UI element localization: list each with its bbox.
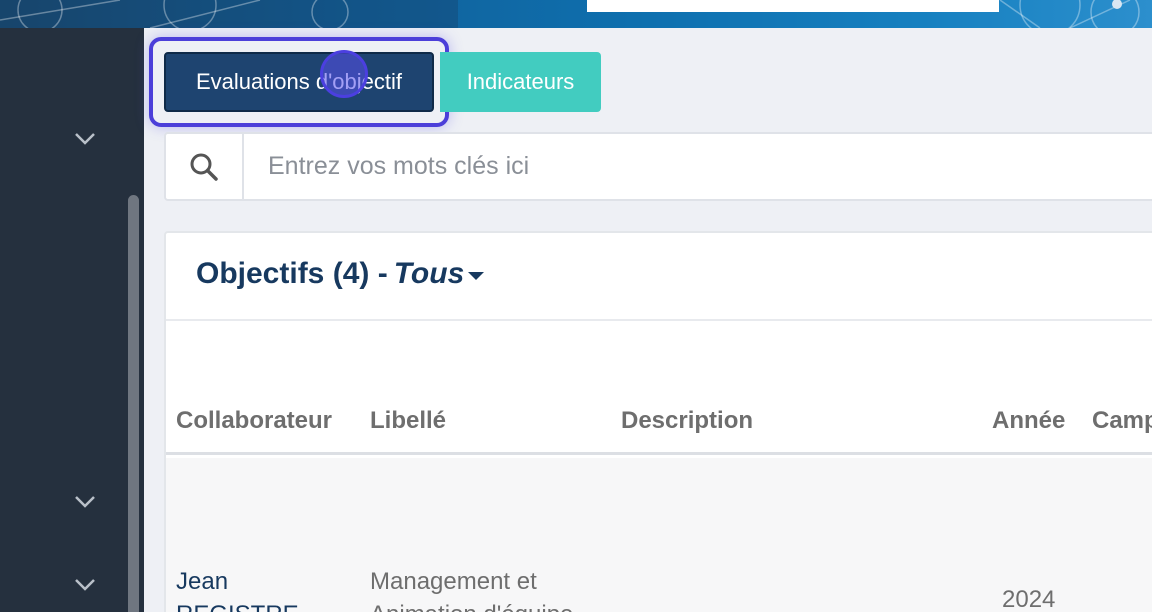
- search-button[interactable]: [164, 132, 244, 201]
- evaluations-objectif-button[interactable]: Evaluations d'objectif: [164, 52, 434, 112]
- chevron-down-icon: [75, 133, 95, 145]
- caret-down-icon[interactable]: [468, 272, 485, 280]
- chevron-down-icon: [75, 496, 95, 508]
- sidebar-expand-chevron-3[interactable]: [72, 575, 98, 595]
- sidebar-expand-chevron-2[interactable]: [72, 492, 98, 512]
- column-header-annee[interactable]: Année: [992, 407, 1065, 435]
- table-row[interactable]: Jean REGISTRE Management et Animation d'…: [166, 458, 1152, 612]
- cell-libelle-line2: Animation d'équipe: [370, 601, 573, 612]
- cell-collaborateur-line2: REGISTRE: [176, 601, 299, 612]
- column-header-campagne[interactable]: Camp: [1092, 407, 1152, 435]
- top-banner: [0, 0, 1152, 28]
- filter-dropdown[interactable]: Tous: [394, 257, 465, 291]
- cell-collaborateur-line1: Jean: [176, 568, 229, 595]
- search-icon: [190, 153, 218, 181]
- chevron-down-icon: [75, 579, 95, 591]
- cell-annee: 2024: [1002, 586, 1056, 612]
- column-header-description[interactable]: Description: [621, 407, 753, 435]
- card-header: Objectifs (4) - Tous: [166, 233, 1152, 321]
- card-title-text: Objectifs (4) -: [196, 257, 388, 290]
- search-input[interactable]: [244, 132, 1152, 201]
- table-header: Collaborateur Libellé Description Année …: [166, 321, 1152, 455]
- main-content: Evaluations d'objectif Indicateurs Objec…: [144, 28, 1152, 612]
- column-header-collaborateur[interactable]: Collaborateur: [176, 407, 332, 435]
- sidebar-expand-chevron-1[interactable]: [72, 129, 98, 149]
- column-header-libelle[interactable]: Libellé: [370, 407, 446, 435]
- cell-libelle-line1: Management et: [370, 568, 537, 595]
- banner-search-box[interactable]: [587, 0, 999, 12]
- search-bar: [164, 132, 1152, 201]
- sidebar: [0, 28, 144, 612]
- objectives-card: Objectifs (4) - Tous Collaborateur Libel…: [164, 231, 1152, 612]
- sidebar-scrollbar[interactable]: [128, 195, 139, 612]
- indicateurs-button[interactable]: Indicateurs: [440, 52, 601, 112]
- card-title: Objectifs (4) - Tous: [196, 257, 485, 291]
